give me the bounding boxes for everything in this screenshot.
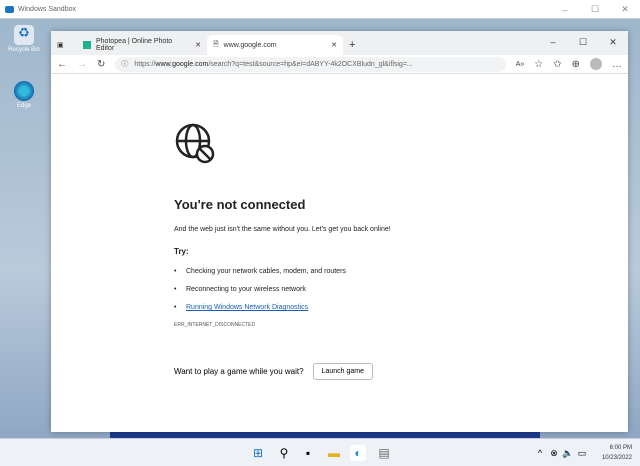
tab-photopea[interactable]: Photopea | Online Photo Editor ✕ [77,35,207,55]
launch-game-button[interactable]: Launch game [312,363,373,380]
sandbox-title: Windows Sandbox [18,5,76,13]
network-diagnostics-link[interactable]: Running Windows Network Diagnostics [186,304,308,311]
suggestion-list: Checking your network cables, modem, and… [174,268,391,311]
app-taskbar-icon[interactable]: ▤ [376,445,392,461]
sandbox-minimize-button[interactable]: – [550,0,580,19]
tab-actions-button[interactable]: ▣ [51,35,77,55]
suggestion-item: Reconnecting to your wireless network [174,286,391,293]
maximize-button[interactable]: ☐ [568,31,598,53]
profile-avatar[interactable] [590,58,602,70]
page-subtitle: And the web just isn't the same without … [174,226,391,233]
offline-page-icon: 🗎 [213,40,219,48]
add-favorite-icon[interactable]: ☆ [534,59,543,70]
game-prompt: Want to play a game while you wait? Laun… [174,363,373,380]
tab-bar: ▣ Photopea | Online Photo Editor ✕ 🗎 www… [51,31,628,55]
game-prompt-text: Want to play a game while you wait? [174,367,304,376]
file-explorer-icon[interactable]: ▬ [326,445,342,461]
address-bar[interactable]: ⓘ https://www.google.com/search?q=test&s… [115,56,506,72]
sandbox-titlebar: Windows Sandbox – ☐ ✕ [0,0,640,19]
photopea-icon [83,41,91,49]
url-text: https://www.google.com/search?q=test&sou… [134,60,413,68]
more-icon[interactable]: … [612,59,622,70]
read-aloud-icon[interactable]: A» [516,61,525,68]
battery-icon[interactable]: ▭ [574,445,590,461]
tab-google[interactable]: 🗎 www.google.com ✕ [207,35,343,55]
favorites-icon[interactable]: ✩ [553,59,561,70]
sandbox-close-button[interactable]: ✕ [610,0,640,19]
suggestion-item: Running Windows Network Diagnostics [174,304,391,311]
sandbox-maximize-button[interactable]: ☐ [580,0,610,19]
error-page: You're not connected And the web just is… [174,122,391,328]
search-icon[interactable]: ⚲ [276,445,292,461]
globe-offline-icon [175,123,215,164]
desktop-icon-label: Edge [16,103,31,109]
try-label: Try: [174,247,189,256]
desktop-icon-recycle-bin[interactable]: ♻ Recycle Bin [6,25,42,53]
address-toolbar: ← → ↻ ⓘ https://www.google.com/search?q=… [51,55,628,74]
clock-date: 10/23/2022 [601,455,632,461]
desktop-icon-edge[interactable]: Edge [6,81,42,109]
page-title: You're not connected [174,197,306,212]
clock-time: 6:00 PM [609,445,632,451]
desktop-icon-label: Recycle Bin [8,47,40,53]
forward-icon[interactable]: → [77,59,87,70]
new-tab-button[interactable]: + [343,35,361,55]
error-code: ERR_INTERNET_DISCONNECTED [174,322,256,328]
back-icon[interactable]: ← [57,59,67,70]
close-button[interactable]: ✕ [598,31,628,53]
edge-taskbar-icon[interactable]: ◐ [350,445,366,461]
refresh-icon[interactable]: ↻ [97,59,105,70]
close-tab-icon[interactable]: ✕ [195,41,201,49]
start-icon[interactable]: ⊞ [250,445,266,461]
collections-icon[interactable]: ⊕ [572,59,580,70]
suggestion-item: Checking your network cables, modem, and… [174,268,391,275]
info-icon: ⓘ [121,61,129,68]
task-view-icon[interactable]: ▪ [300,445,316,461]
clock[interactable]: 6:00 PM 10/23/2022 [602,443,632,463]
taskbar: ⊞ ⚲ ▪ ▬ ◐ ▤ ^ ⊗ 🔈 ▭ 6:00 PM 10/23/2022 [0,438,640,466]
minimize-button[interactable]: – [538,31,568,53]
close-tab-icon[interactable]: ✕ [331,41,337,49]
sandbox-icon [5,5,14,13]
